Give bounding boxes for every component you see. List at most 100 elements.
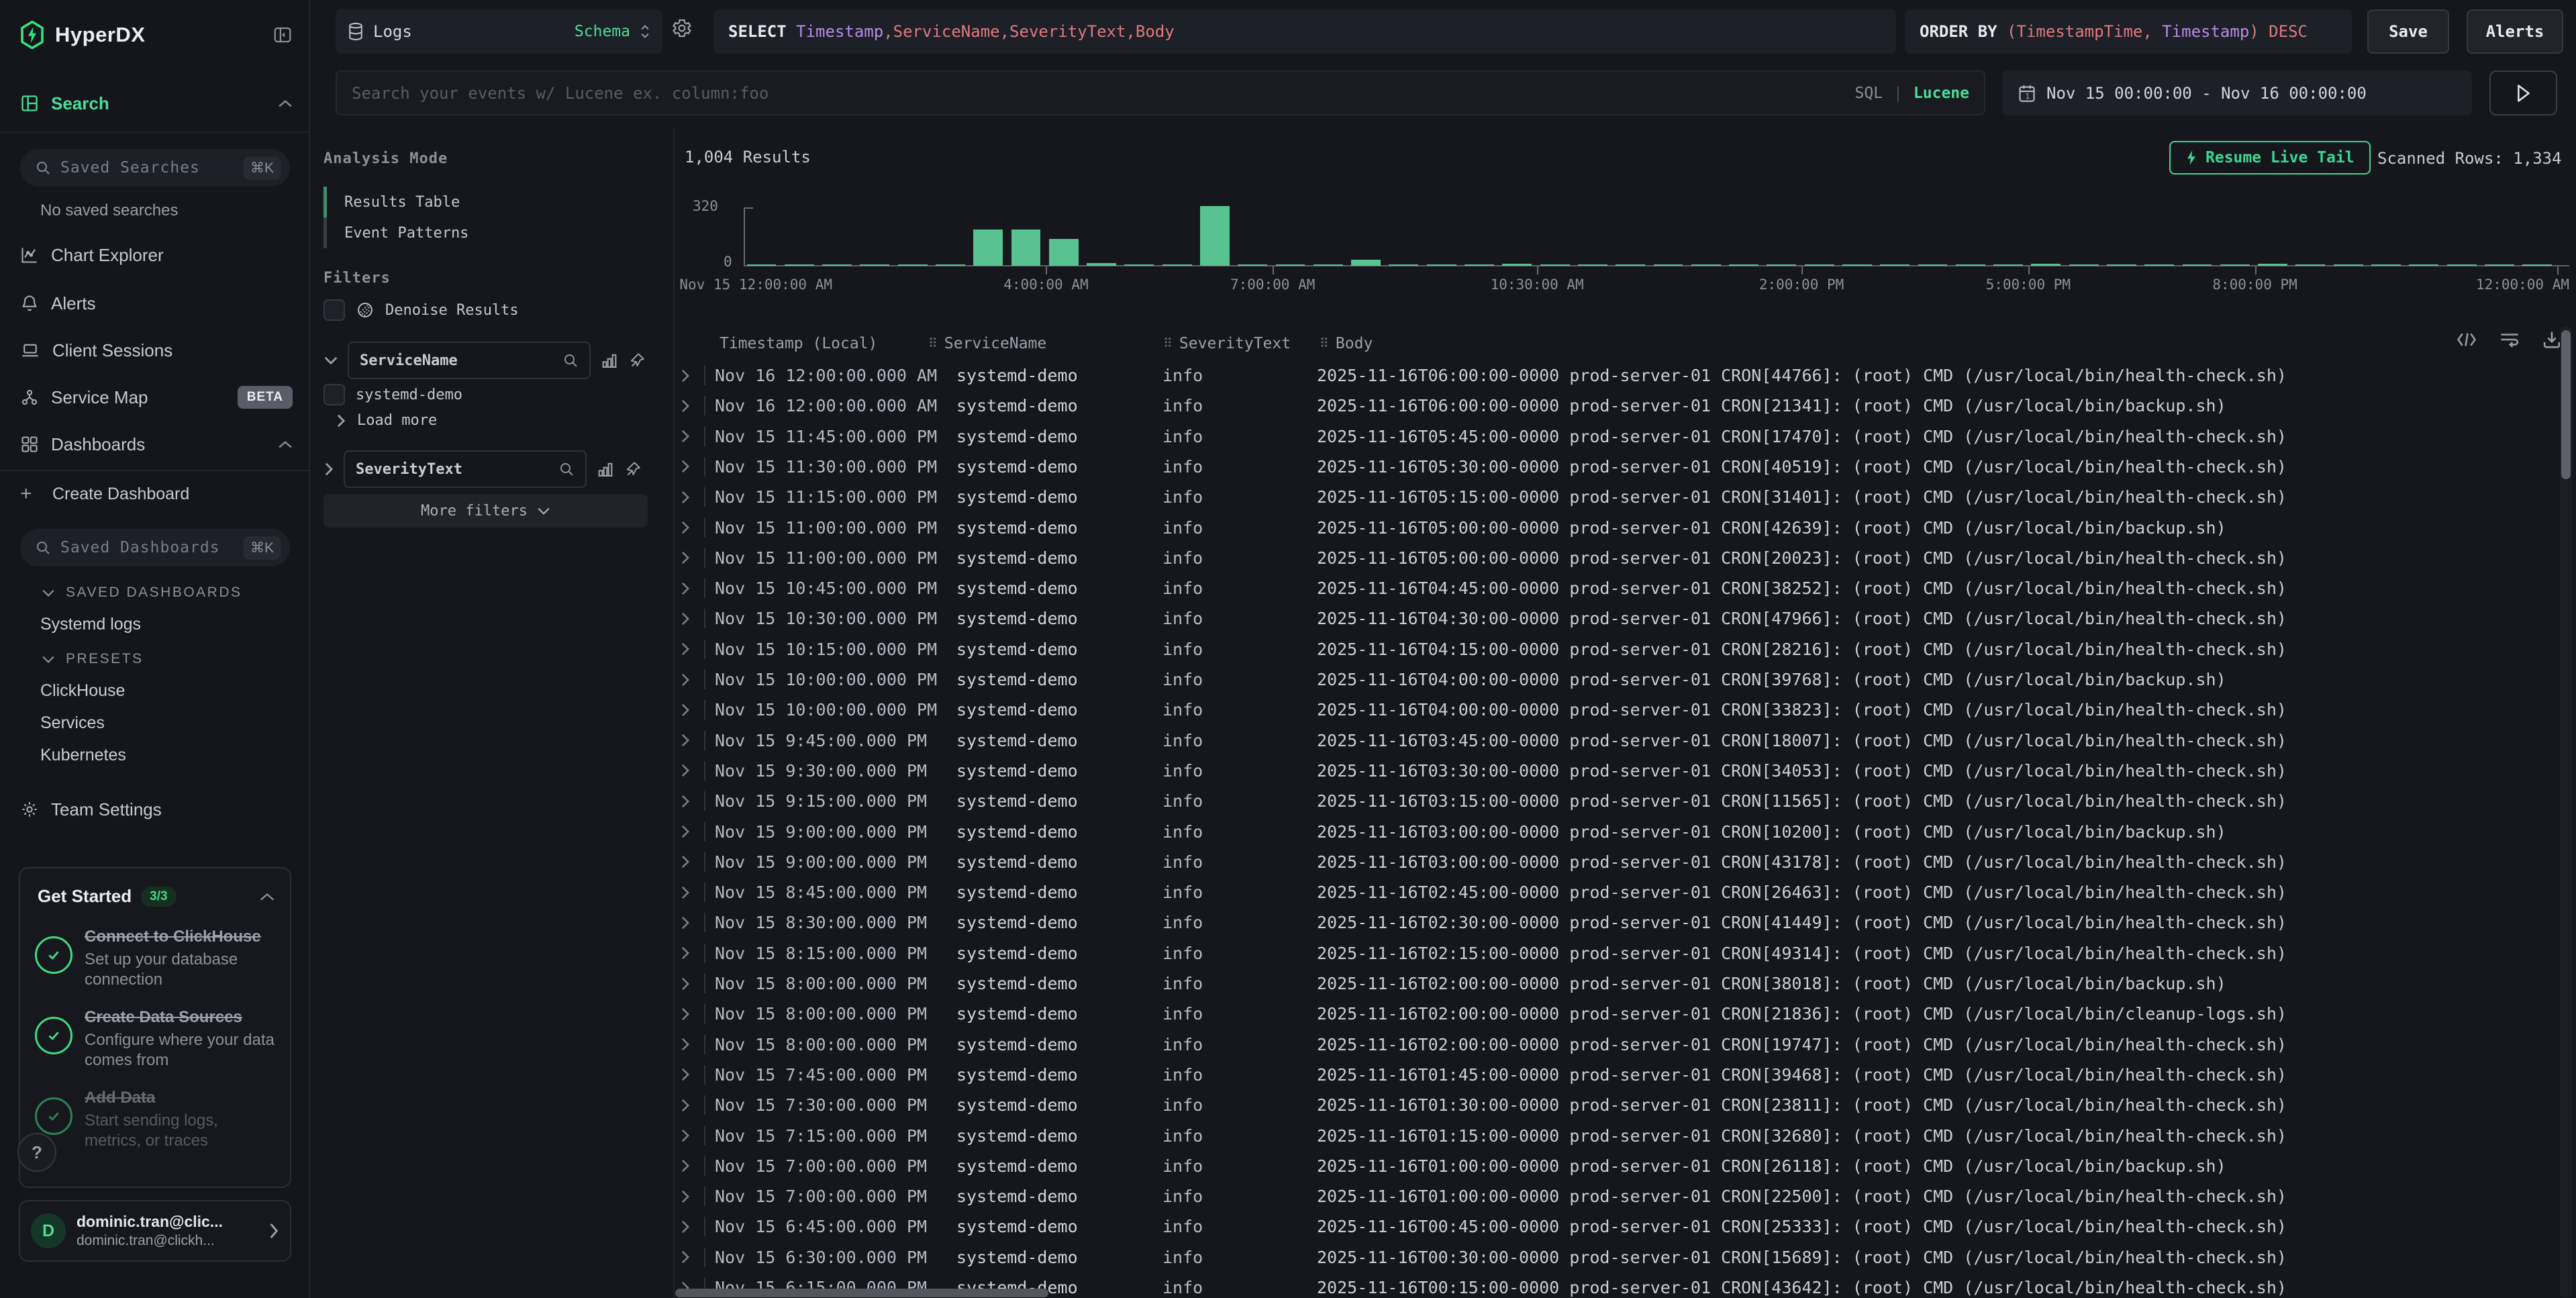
date-range-picker[interactable]: 1 Nov 15 00:00:00 - Nov 16 00:00:00 [2002, 70, 2472, 115]
expand-row-icon[interactable] [681, 1098, 690, 1113]
section-header-saved-dashboards[interactable]: SAVED DASHBOARDS [42, 581, 293, 604]
expand-row-icon[interactable] [681, 642, 690, 656]
help-button[interactable]: ? [17, 1133, 56, 1172]
expand-row-icon[interactable] [681, 733, 690, 748]
histogram-bar[interactable] [1124, 264, 1154, 266]
histogram-bar[interactable] [973, 230, 1003, 266]
lucene-toggle[interactable]: Lucene [1914, 85, 1969, 102]
view-source-icon[interactable] [2457, 331, 2477, 348]
sidebar-item-team-settings[interactable]: Team Settings [20, 795, 293, 824]
table-row[interactable]: Nov 15 8:00:00.000 PMsystemd-demoinfo202… [673, 1030, 2557, 1060]
histogram-bar[interactable] [1805, 264, 1834, 266]
histogram-bar[interactable] [1049, 239, 1079, 266]
sidebar-item-service-map[interactable]: Service MapBETA [20, 383, 293, 412]
orderby-query-input[interactable]: ORDER BY (TimestampTime, Timestamp) DESC [1905, 9, 2352, 54]
source-selector[interactable]: Logs Schema [336, 9, 662, 54]
histogram-bar[interactable] [2031, 264, 2061, 266]
create-dashboard-button[interactable]: + Create Dashboard [20, 479, 293, 509]
analysis-mode-event-patterns[interactable]: Event Patterns [324, 217, 646, 248]
column-header-body[interactable]: ⠿Body [1320, 335, 1373, 352]
expand-row-icon[interactable] [681, 490, 690, 505]
histogram-bar[interactable] [2447, 264, 2477, 266]
histogram-bar[interactable] [2334, 264, 2363, 266]
expand-row-icon[interactable] [681, 1158, 690, 1173]
histogram-bar[interactable] [1691, 264, 1721, 266]
expand-row-icon[interactable] [681, 1250, 690, 1264]
table-row[interactable]: Nov 15 11:00:00.000 PMsystemd-demoinfo20… [673, 543, 2557, 573]
expand-row-icon[interactable] [681, 1219, 690, 1234]
histogram-bar[interactable] [747, 264, 777, 266]
histogram-bar[interactable] [1351, 260, 1381, 266]
histogram-bar[interactable] [1200, 206, 1230, 266]
histogram-bar[interactable] [2144, 264, 2174, 266]
histogram-bar[interactable] [1616, 264, 1645, 266]
histogram-bar[interactable] [2409, 264, 2438, 266]
expand-row-icon[interactable] [681, 885, 690, 900]
expand-row-icon[interactable] [681, 763, 690, 778]
histogram-bar[interactable] [1993, 264, 2023, 266]
table-row[interactable]: Nov 15 10:30:00.000 PMsystemd-demoinfo20… [673, 603, 2557, 634]
histogram-bar[interactable] [1880, 264, 1910, 266]
expand-row-icon[interactable] [681, 550, 690, 565]
table-row[interactable]: Nov 16 12:00:00.000 AMsystemd-demoinfo20… [673, 360, 2557, 391]
histogram-bar[interactable] [2522, 264, 2552, 266]
table-row[interactable]: Nov 15 8:15:00.000 PMsystemd-demoinfo202… [673, 938, 2557, 968]
table-row[interactable]: Nov 15 8:30:00.000 PMsystemd-demoinfo202… [673, 907, 2557, 938]
pin-icon[interactable] [628, 352, 646, 369]
histogram-bar[interactable] [1389, 264, 1418, 266]
expand-row-icon[interactable] [681, 854, 690, 869]
table-row[interactable]: Nov 15 11:00:00.000 PMsystemd-demoinfo20… [673, 513, 2557, 543]
sidebar-item-alerts[interactable]: Alerts [20, 289, 293, 318]
table-row[interactable]: Nov 15 10:45:00.000 PMsystemd-demoinfo20… [673, 573, 2557, 603]
facet-name-box[interactable]: SeverityText [344, 450, 587, 488]
sidebar-item-chart-explorer[interactable]: Chart Explorer [20, 240, 293, 270]
histogram-bar[interactable] [2069, 264, 2099, 266]
histogram-bar[interactable] [1767, 264, 1796, 266]
sidebar-item-dashboards[interactable]: Dashboards [20, 430, 293, 459]
histogram-bar[interactable] [1729, 264, 1758, 266]
facet-chart-icon[interactable] [600, 352, 619, 369]
table-row[interactable]: Nov 15 8:45:00.000 PMsystemd-demoinfo202… [673, 877, 2557, 907]
chevron-up-icon[interactable] [278, 99, 293, 108]
drag-handle-icon[interactable]: ⠿ [1163, 336, 1173, 351]
sql-toggle[interactable]: SQL [1855, 85, 1883, 102]
table-row[interactable]: Nov 15 7:00:00.000 PMsystemd-demoinfo202… [673, 1151, 2557, 1181]
histogram-bar[interactable] [1502, 264, 1532, 266]
resume-live-tail-button[interactable]: Resume Live Tail [2169, 141, 2371, 174]
histogram-bar[interactable] [1465, 264, 1494, 266]
histogram-bar[interactable] [785, 264, 814, 266]
expand-row-icon[interactable] [681, 368, 690, 383]
select-query-input[interactable]: SELECT Timestamp,ServiceName,SeverityTex… [713, 9, 1896, 54]
events-histogram[interactable] [744, 203, 2557, 266]
gear-icon[interactable] [671, 17, 693, 39]
vertical-scrollbar-thumb[interactable] [2561, 330, 2571, 479]
expand-row-icon[interactable] [681, 824, 690, 839]
histogram-bar[interactable] [1578, 264, 1607, 266]
expand-row-icon[interactable] [681, 915, 690, 930]
chevron-up-icon[interactable] [259, 892, 275, 901]
saved-searches-input[interactable]: Saved Searches ⌘K [20, 149, 290, 187]
expand-row-icon[interactable] [681, 703, 690, 717]
expand-row-icon[interactable] [681, 520, 690, 535]
expand-row-icon[interactable] [681, 459, 690, 474]
histogram-bar[interactable] [1956, 264, 1985, 266]
search-input[interactable]: Search your events w/ Lucene ex. column:… [336, 70, 1985, 115]
denoise-results-toggle[interactable]: Denoise Results [324, 299, 519, 321]
checkbox[interactable] [324, 299, 345, 321]
facet-chart-icon[interactable] [596, 460, 615, 478]
save-button[interactable]: Save [2367, 9, 2449, 54]
table-row[interactable]: Nov 15 9:15:00.000 PMsystemd-demoinfo202… [673, 786, 2557, 816]
chevron-down-icon[interactable] [324, 355, 338, 366]
table-row[interactable]: Nov 15 11:30:00.000 PMsystemd-demoinfo20… [673, 452, 2557, 482]
table-row[interactable]: Nov 15 7:15:00.000 PMsystemd-demoinfo202… [673, 1121, 2557, 1151]
histogram-bar[interactable] [2107, 264, 2136, 266]
dashboard-link-kubernetes[interactable]: Kubernetes [40, 742, 293, 768]
horizontal-scrollbar-thumb[interactable] [675, 1289, 1048, 1297]
histogram-bar[interactable] [1842, 264, 1872, 266]
dashboard-link-services[interactable]: Services [40, 709, 293, 736]
column-header-severitytext[interactable]: ⠿SeverityText [1163, 335, 1291, 352]
expand-row-icon[interactable] [681, 611, 690, 626]
facet-value-systemd-demo[interactable]: systemd-demo [324, 384, 462, 405]
table-row[interactable]: Nov 15 9:00:00.000 PMsystemd-demoinfo202… [673, 817, 2557, 847]
histogram-bar[interactable] [1314, 264, 1343, 266]
